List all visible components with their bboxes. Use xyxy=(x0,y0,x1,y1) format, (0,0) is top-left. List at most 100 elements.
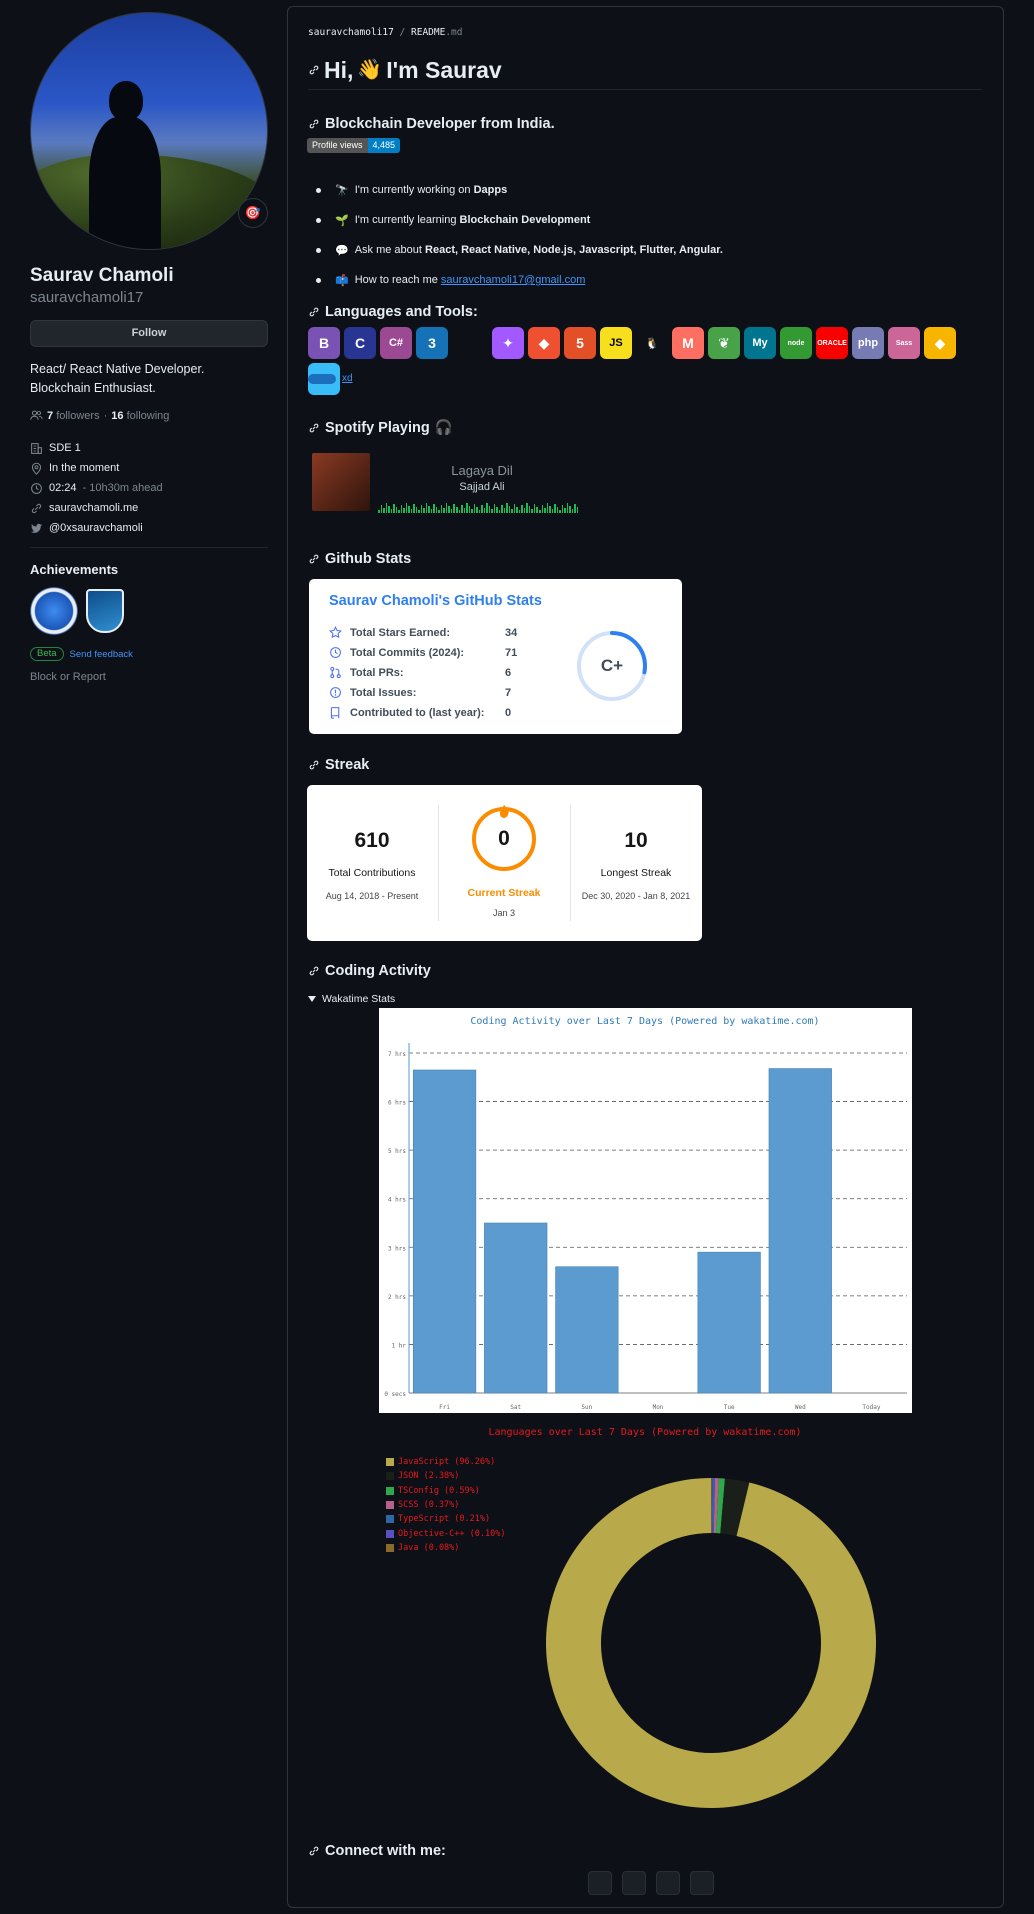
mysql-icon[interactable]: My xyxy=(744,327,776,359)
profile-views-badge: Profile views 4,485 xyxy=(307,138,401,153)
y-tick-label: 2 hrs xyxy=(388,1294,406,1301)
issue-icon xyxy=(330,687,341,698)
twitter-handle[interactable]: @0xsauravchamoli xyxy=(49,522,143,534)
linux-icon[interactable]: 🐧 xyxy=(636,327,668,359)
x-tick-label: Today xyxy=(862,1404,880,1411)
y-tick-label: 0 secs xyxy=(384,1391,406,1398)
github-stats-heading: Github Stats xyxy=(308,550,411,568)
list-item-text: How to reach me xyxy=(354,274,441,286)
follow-counts: 7 followers · 16 following xyxy=(30,409,268,422)
anchor-link-icon[interactable] xyxy=(308,965,320,977)
legend-item: JSON (2.38%) xyxy=(386,1469,505,1483)
achievement-badge-arctic[interactable] xyxy=(86,589,124,633)
clock-icon xyxy=(31,482,42,494)
anchor-link-icon[interactable] xyxy=(308,64,320,76)
title-hi: Hi, xyxy=(324,57,354,83)
disclosure-triangle-icon xyxy=(308,996,316,1002)
anchor-link-icon[interactable] xyxy=(308,306,320,318)
album-cover xyxy=(312,453,370,511)
php-icon[interactable]: php xyxy=(852,327,884,359)
streak-card[interactable]: 610 Total Contributions Aug 14, 2018 - P… xyxy=(307,785,702,941)
website-row[interactable]: sauravchamoli.me xyxy=(30,498,268,518)
current-streak-value: 0 xyxy=(498,827,510,850)
breadcrumb-file[interactable]: README xyxy=(411,27,445,38)
sass-icon[interactable]: Sass xyxy=(888,327,920,359)
spotify-heading: Spotify Playing 🎧 xyxy=(308,419,453,437)
html5-icon[interactable]: 5 xyxy=(564,327,596,359)
star-icon xyxy=(329,626,342,639)
stat-row: Total Issues: 7 xyxy=(329,686,511,699)
company: SDE 1 xyxy=(49,442,81,454)
oracle-icon[interactable]: ORACLE xyxy=(816,327,848,359)
stat-value: 7 xyxy=(505,686,512,699)
telescope-icon: 🔭 xyxy=(335,184,349,197)
webpack-icon[interactable] xyxy=(308,373,336,384)
javascript-icon[interactable]: JS xyxy=(600,327,632,359)
anchor-link-icon[interactable] xyxy=(308,759,320,771)
legend-swatch xyxy=(386,1472,394,1481)
stat-label: Total Stars Earned: xyxy=(350,626,451,639)
location-row: In the moment xyxy=(30,458,268,478)
x-tick-label: Sat xyxy=(510,1404,521,1411)
achievement-badge-yolo[interactable] xyxy=(30,587,78,635)
grade-value: C+ xyxy=(600,656,624,675)
block-report-link[interactable]: Block or Report xyxy=(30,671,268,683)
profile-login: sauravchamoli17 xyxy=(30,289,144,306)
dribbble-icon[interactable] xyxy=(588,1871,612,1895)
bar xyxy=(697,1251,761,1394)
anchor-link-icon[interactable] xyxy=(308,553,320,565)
coding-activity-heading-text: Coding Activity xyxy=(325,963,431,979)
anchor-link-icon[interactable] xyxy=(308,422,320,434)
subtitle-heading: Blockchain Developer from India. xyxy=(308,115,555,133)
codepen-icon[interactable] xyxy=(690,1871,714,1895)
anchor-link-icon[interactable] xyxy=(308,1845,320,1857)
git-icon[interactable]: ◆ xyxy=(528,327,560,359)
csharp-icon[interactable]: C# xyxy=(380,327,412,359)
wakatime-summary-toggle[interactable]: Wakatime Stats xyxy=(308,993,395,1005)
website-link[interactable]: sauravchamoli.me xyxy=(49,502,138,514)
breadcrumb-user[interactable]: sauravchamoli17 xyxy=(308,27,394,38)
twitter-icon xyxy=(30,523,43,533)
sketch-icon[interactable]: ◆ xyxy=(924,327,956,359)
send-feedback-link[interactable]: Send feedback xyxy=(70,649,133,660)
spotify-now-playing[interactable]: Lagaya Dil Sajjad Ali xyxy=(312,453,602,517)
email-link[interactable]: sauravchamoli17@gmail.com xyxy=(441,274,585,286)
y-tick-label: 1 hr xyxy=(392,1342,407,1349)
github-stats-card[interactable]: Saurav Chamoli's GitHub Stats Total Star… xyxy=(309,579,682,734)
longest-streak-label: Longest Streak xyxy=(600,867,672,879)
follow-button[interactable]: Follow xyxy=(30,320,268,347)
list-item-text: Ask me about xyxy=(354,244,426,256)
xd-broken-image[interactable]: xd xyxy=(342,373,353,384)
figma-icon[interactable]: ✦ xyxy=(492,327,524,359)
bootstrap-icon[interactable]: B xyxy=(308,327,340,359)
anchor-link-icon[interactable] xyxy=(308,118,320,130)
legend-label: JavaScript (96.26%) xyxy=(398,1457,496,1468)
c-icon[interactable]: C xyxy=(344,327,376,359)
total-contributions-value: 610 xyxy=(354,829,390,852)
x-tick-label: Fri xyxy=(439,1404,450,1411)
stat-value: 34 xyxy=(505,626,518,639)
legend-item: Java (0.08%) xyxy=(386,1541,505,1555)
nodejs-icon[interactable]: node xyxy=(780,327,812,359)
mithril-icon[interactable]: M xyxy=(672,327,704,359)
following-link[interactable]: 16 following xyxy=(111,410,169,422)
local-time-row: 02:24 - 10h30m ahead xyxy=(30,478,268,498)
profile-sidebar: 🎯 Saurav Chamoli sauravchamoli17 Follow … xyxy=(30,12,268,683)
mongodb-icon[interactable]: ❦ xyxy=(708,327,740,359)
legend-item: TSConfig (0.59%) xyxy=(386,1484,505,1498)
mailbox-icon: 📫 xyxy=(335,274,349,287)
y-tick-label: 3 hrs xyxy=(388,1245,406,1252)
linkedin-icon[interactable] xyxy=(656,1871,680,1895)
current-streak-date: Jan 3 xyxy=(492,908,516,918)
separator-dot: · xyxy=(103,409,108,422)
youtube-icon[interactable] xyxy=(622,1871,646,1895)
status-emoji-button[interactable]: 🎯 xyxy=(238,198,268,228)
legend-label: Objective-C++ (0.10%) xyxy=(398,1528,506,1539)
title-divider xyxy=(308,89,982,90)
twitter-row[interactable]: @0xsauravchamoli xyxy=(30,518,268,538)
followers-link[interactable]: 7 followers xyxy=(47,410,100,422)
css3-icon[interactable]: 3 xyxy=(416,327,448,359)
avatar[interactable] xyxy=(30,12,268,250)
song-title: Lagaya Dil xyxy=(451,463,513,478)
legend-label: TypeScript (0.21%) xyxy=(398,1514,491,1525)
